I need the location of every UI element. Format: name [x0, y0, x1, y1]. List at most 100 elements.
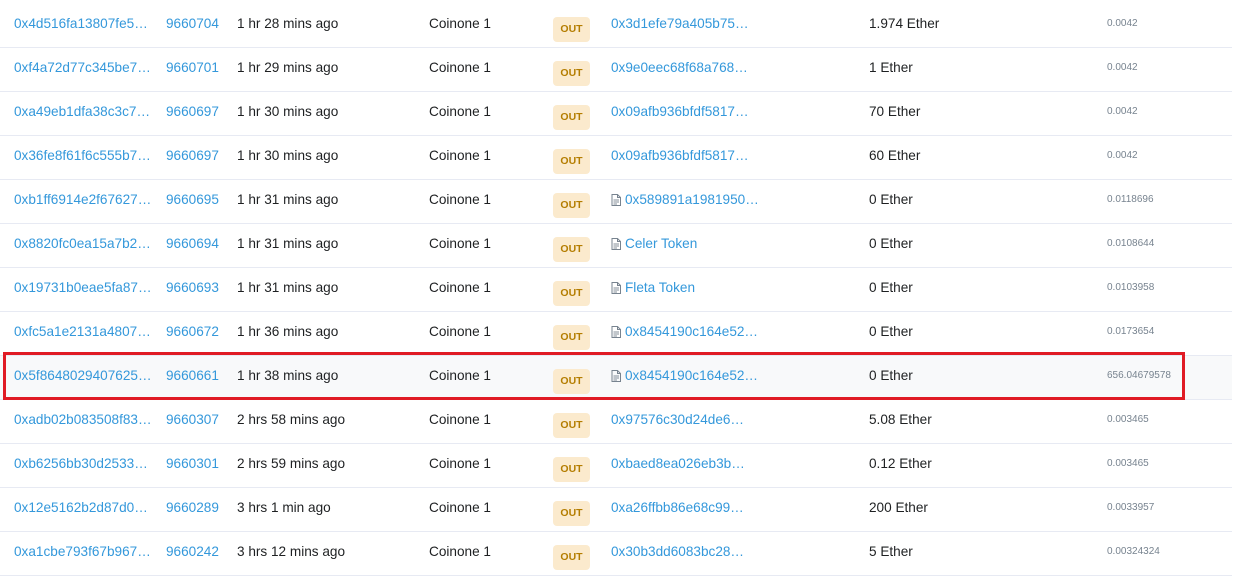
block-link[interactable]: 9660672 [166, 312, 219, 355]
direction-cell: OUT [553, 367, 590, 394]
to-address-cell: 0xbaed8ea026eb3b… [611, 444, 745, 487]
direction-badge: OUT [553, 105, 590, 130]
block-link[interactable]: 9660307 [166, 400, 219, 443]
txn-hash-link[interactable]: 0x19731b0eae5fa87… [14, 268, 152, 311]
to-address-link[interactable]: Fleta Token [625, 280, 695, 295]
block-link[interactable]: 9660242 [166, 532, 219, 575]
from-label: Coinone 1 [429, 236, 491, 251]
contract-file-icon [611, 182, 621, 222]
txn-hash-link[interactable]: 0xadb02b083508f83… [14, 400, 152, 443]
table-row: 0xf4a72d77c345be7… 9660701 1 hr 29 mins ag… [0, 48, 1232, 92]
txn-hash-link[interactable]: 0x4d516fa13807fe5… [14, 4, 148, 47]
from-label: Coinone 1 [429, 412, 491, 427]
value-text: 0 Ether [869, 236, 913, 251]
to-address-link[interactable]: Celer Token [625, 236, 697, 251]
txn-hash-link[interactable]: 0xa49eb1dfa38c3c7… [14, 92, 150, 135]
txn-hash-link[interactable]: 0x12e5162b2d87d0… [14, 488, 148, 531]
to-address-link[interactable]: 0xbaed8ea026eb3b… [611, 456, 745, 471]
block-link[interactable]: 9660693 [166, 268, 219, 311]
txn-hash-link[interactable]: 0x5f8648029407625… [14, 356, 152, 399]
direction-badge: OUT [553, 501, 590, 526]
to-address-cell: Fleta Token [611, 268, 695, 311]
direction-badge: OUT [553, 369, 590, 394]
direction-cell: OUT [553, 15, 590, 42]
value-text: 5 Ether [869, 544, 913, 559]
txn-fee-text: 0.0042 [1107, 150, 1138, 161]
block-link[interactable]: 9660301 [166, 444, 219, 487]
block-link[interactable]: 9660695 [166, 180, 219, 223]
direction-cell: OUT [553, 103, 590, 130]
to-address-cell: 0x589891a1981950… [611, 180, 759, 223]
value-text: 0 Ether [869, 324, 913, 339]
to-address-link[interactable]: 0x8454190c164e52… [625, 324, 758, 339]
to-address-link[interactable]: 0xa26ffbb86e68c99… [611, 500, 744, 515]
direction-badge: OUT [553, 325, 590, 350]
to-address-link[interactable]: 0x09afb936bfdf5817… [611, 104, 749, 119]
age-text: 1 hr 36 mins ago [237, 324, 339, 339]
age-text: 1 hr 31 mins ago [237, 192, 339, 207]
from-label: Coinone 1 [429, 368, 491, 383]
table-row: 0xfc5a1e2131a4807… 9660672 1 hr 36 mins ag… [0, 312, 1232, 356]
direction-cell: OUT [553, 543, 590, 570]
age-text: 1 hr 31 mins ago [237, 280, 339, 295]
direction-cell: OUT [553, 235, 590, 262]
table-row: 0x19731b0eae5fa87… 9660693 1 hr 31 mins ag… [0, 268, 1232, 312]
to-address-cell: 0x09afb936bfdf5817… [611, 136, 749, 179]
value-text: 1 Ether [869, 60, 913, 75]
txn-fee-text: 0.0173654 [1107, 326, 1155, 337]
to-address-cell: 0x8454190c164e52… [611, 356, 758, 399]
direction-badge: OUT [553, 281, 590, 306]
value-text: 0.12 Ether [869, 456, 932, 471]
from-label: Coinone 1 [429, 456, 491, 471]
txn-hash-link[interactable]: 0x8820fc0ea15a7b2… [14, 224, 151, 267]
block-link[interactable]: 9660289 [166, 488, 219, 531]
to-address-link[interactable]: 0x09afb936bfdf5817… [611, 148, 749, 163]
direction-cell: OUT [553, 147, 590, 174]
block-link[interactable]: 9660704 [166, 4, 219, 47]
contract-file-icon [611, 358, 621, 398]
value-text: 5.08 Ether [869, 412, 932, 427]
block-link[interactable]: 9660697 [166, 92, 219, 135]
to-address-link[interactable]: 0x9e0eec68f68a768… [611, 60, 748, 75]
direction-badge: OUT [553, 413, 590, 438]
from-label: Coinone 1 [429, 324, 491, 339]
to-address-link[interactable]: 0x3d1efe79a405b75… [611, 16, 749, 31]
table-row: 0x8820fc0ea15a7b2… 9660694 1 hr 31 mins ag… [0, 224, 1232, 268]
txn-fee-text: 0.0118696 [1107, 194, 1154, 205]
to-address-link[interactable]: 0x30b3dd6083bc28… [611, 544, 744, 559]
block-link[interactable]: 9660697 [166, 136, 219, 179]
txn-hash-link[interactable]: 0x36fe8f61f6c555b7… [14, 136, 151, 179]
block-link[interactable]: 9660661 [166, 356, 219, 399]
value-text: 200 Ether [869, 500, 928, 515]
direction-badge: OUT [553, 457, 590, 482]
to-address-link[interactable]: 0x589891a1981950… [625, 192, 759, 207]
from-label: Coinone 1 [429, 60, 491, 75]
to-address-link[interactable]: 0x97576c30d24de6… [611, 412, 744, 427]
table-row: 0xa1cbe793f67b967… 9660242 3 hrs 12 mins a… [0, 532, 1232, 576]
table-row: 0xb6256bb30d2533… 9660301 2 hrs 59 mins ag… [0, 444, 1232, 488]
txn-fee-text: 0.003465 [1107, 414, 1149, 425]
txn-hash-link[interactable]: 0xb1ff6914e2f67627… [14, 180, 151, 223]
to-address-cell: 0x09afb936bfdf5817… [611, 92, 749, 135]
direction-badge: OUT [553, 149, 590, 174]
value-text: 0 Ether [869, 192, 913, 207]
txn-hash-link[interactable]: 0xb6256bb30d2533… [14, 444, 148, 487]
to-address-cell: 0xa26ffbb86e68c99… [611, 488, 744, 531]
to-address-link[interactable]: 0x8454190c164e52… [625, 368, 758, 383]
from-label: Coinone 1 [429, 280, 491, 295]
age-text: 1 hr 29 mins ago [237, 60, 339, 75]
value-text: 60 Ether [869, 148, 921, 163]
block-link[interactable]: 9660694 [166, 224, 219, 267]
value-text: 0 Ether [869, 280, 913, 295]
txn-hash-link[interactable]: 0xf4a72d77c345be7… [14, 48, 151, 91]
txn-hash-link[interactable]: 0xfc5a1e2131a4807… [14, 312, 151, 355]
direction-badge: OUT [553, 193, 590, 218]
txn-hash-link[interactable]: 0xa1cbe793f67b967… [14, 532, 151, 575]
age-text: 2 hrs 58 mins ago [237, 412, 346, 427]
direction-badge: OUT [553, 237, 590, 262]
txn-fee-text: 0.0042 [1107, 18, 1138, 29]
direction-cell: OUT [553, 411, 590, 438]
age-text: 1 hr 31 mins ago [237, 236, 339, 251]
from-label: Coinone 1 [429, 148, 491, 163]
block-link[interactable]: 9660701 [166, 48, 219, 91]
